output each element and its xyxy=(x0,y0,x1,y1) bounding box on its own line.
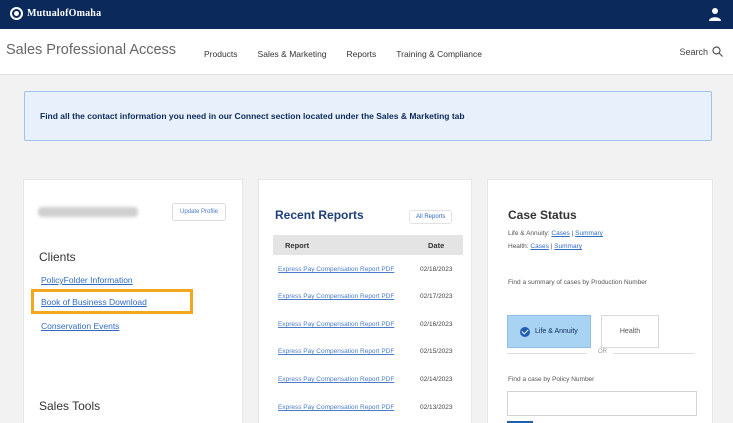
search-label: Search xyxy=(679,46,708,57)
case-status-card: Case Status Life & Annuity: Cases | Summ… xyxy=(487,179,713,423)
book-of-business-link[interactable]: Book of Business Download xyxy=(41,297,147,307)
report-row-date: 02/13/2023 xyxy=(420,404,453,411)
toggle-health[interactable]: Health xyxy=(601,315,659,348)
nav-products[interactable]: Products xyxy=(204,49,238,59)
report-row-date: 02/17/2023 xyxy=(420,293,453,300)
search-button[interactable]: Search xyxy=(679,46,723,57)
company-logo[interactable]: MutualofOmaha xyxy=(10,7,101,20)
search-icon xyxy=(712,46,723,57)
report-row-link[interactable]: Express Pay Compensation Report PDF xyxy=(278,404,394,411)
nav-sales-marketing[interactable]: Sales & Marketing xyxy=(258,49,327,59)
policy-number-prompt: Find a case by Policy Number xyxy=(508,376,595,383)
production-number-prompt: Find a summary of cases by Production Nu… xyxy=(508,279,648,286)
column-date: Date xyxy=(428,241,445,250)
report-row-link[interactable]: Express Pay Compensation Report PDF xyxy=(278,293,394,300)
site-title[interactable]: Sales Professional Access xyxy=(6,42,176,58)
logo-icon xyxy=(10,7,23,20)
nav-reports[interactable]: Reports xyxy=(347,49,377,59)
case-status-title: Case Status xyxy=(508,208,577,222)
life-annuity-label: Life & Annuity: xyxy=(508,230,550,237)
life-summary-link[interactable]: Summary xyxy=(575,230,603,237)
or-text: OR xyxy=(598,349,607,355)
main-header: Sales Professional Access Products Sales… xyxy=(0,29,733,75)
toggle-life-annuity-label: Life & Annuity xyxy=(535,328,578,335)
policy-number-input[interactable] xyxy=(507,391,697,416)
update-profile-button[interactable]: Update Profile xyxy=(172,203,226,221)
policyfolder-link[interactable]: PolicyFolder Information xyxy=(41,275,133,285)
all-reports-button[interactable]: All Reports xyxy=(409,210,453,224)
health-label: Health: xyxy=(508,243,529,250)
recent-reports-title: Recent Reports xyxy=(275,208,364,222)
main-nav: Products Sales & Marketing Reports Train… xyxy=(204,49,482,59)
clients-heading: Clients xyxy=(39,250,76,264)
user-name-redacted xyxy=(38,207,138,217)
report-row-link[interactable]: Express Pay Compensation Report PDF xyxy=(278,376,394,383)
report-row-link[interactable]: Express Pay Compensation Report PDF xyxy=(278,266,394,273)
health-cases-link[interactable]: Cases xyxy=(530,243,548,250)
health-line: Health: Cases | Summary xyxy=(508,243,582,250)
report-row-date: 02/18/2023 xyxy=(420,266,453,273)
conservation-events-link[interactable]: Conservation Events xyxy=(41,321,119,331)
report-row-link[interactable]: Express Pay Compensation Report PDF xyxy=(278,348,394,355)
check-icon xyxy=(520,326,530,337)
banner-text: Find all the contact information you nee… xyxy=(40,111,465,121)
top-bar: MutualofOmaha xyxy=(0,0,733,29)
logo-text: MutualofOmaha xyxy=(27,8,102,19)
info-banner: Find all the contact information you nee… xyxy=(24,91,712,141)
reports-table-header: Report Date xyxy=(273,235,463,255)
divider-left xyxy=(507,353,587,354)
report-row-date: 02/16/2023 xyxy=(420,321,453,328)
life-annuity-line: Life & Annuity: Cases | Summary xyxy=(508,230,603,237)
life-cases-link[interactable]: Cases xyxy=(551,230,569,237)
clients-card: Update Profile Clients PolicyFolder Info… xyxy=(23,179,243,423)
recent-reports-card: Recent Reports All Reports Report Date E… xyxy=(258,179,472,423)
sales-tools-heading: Sales Tools xyxy=(39,399,101,413)
nav-training-compliance[interactable]: Training & Compliance xyxy=(396,49,482,59)
report-row-link[interactable]: Express Pay Compensation Report PDF xyxy=(278,321,394,328)
report-row-date: 02/14/2023 xyxy=(420,376,453,383)
column-report: Report xyxy=(285,241,310,250)
divider-right xyxy=(613,353,695,354)
user-icon[interactable] xyxy=(709,7,721,21)
health-summary-link[interactable]: Summary xyxy=(554,243,582,250)
toggle-life-annuity[interactable]: Life & Annuity xyxy=(507,315,591,348)
report-row-date: 02/15/2023 xyxy=(420,348,453,355)
